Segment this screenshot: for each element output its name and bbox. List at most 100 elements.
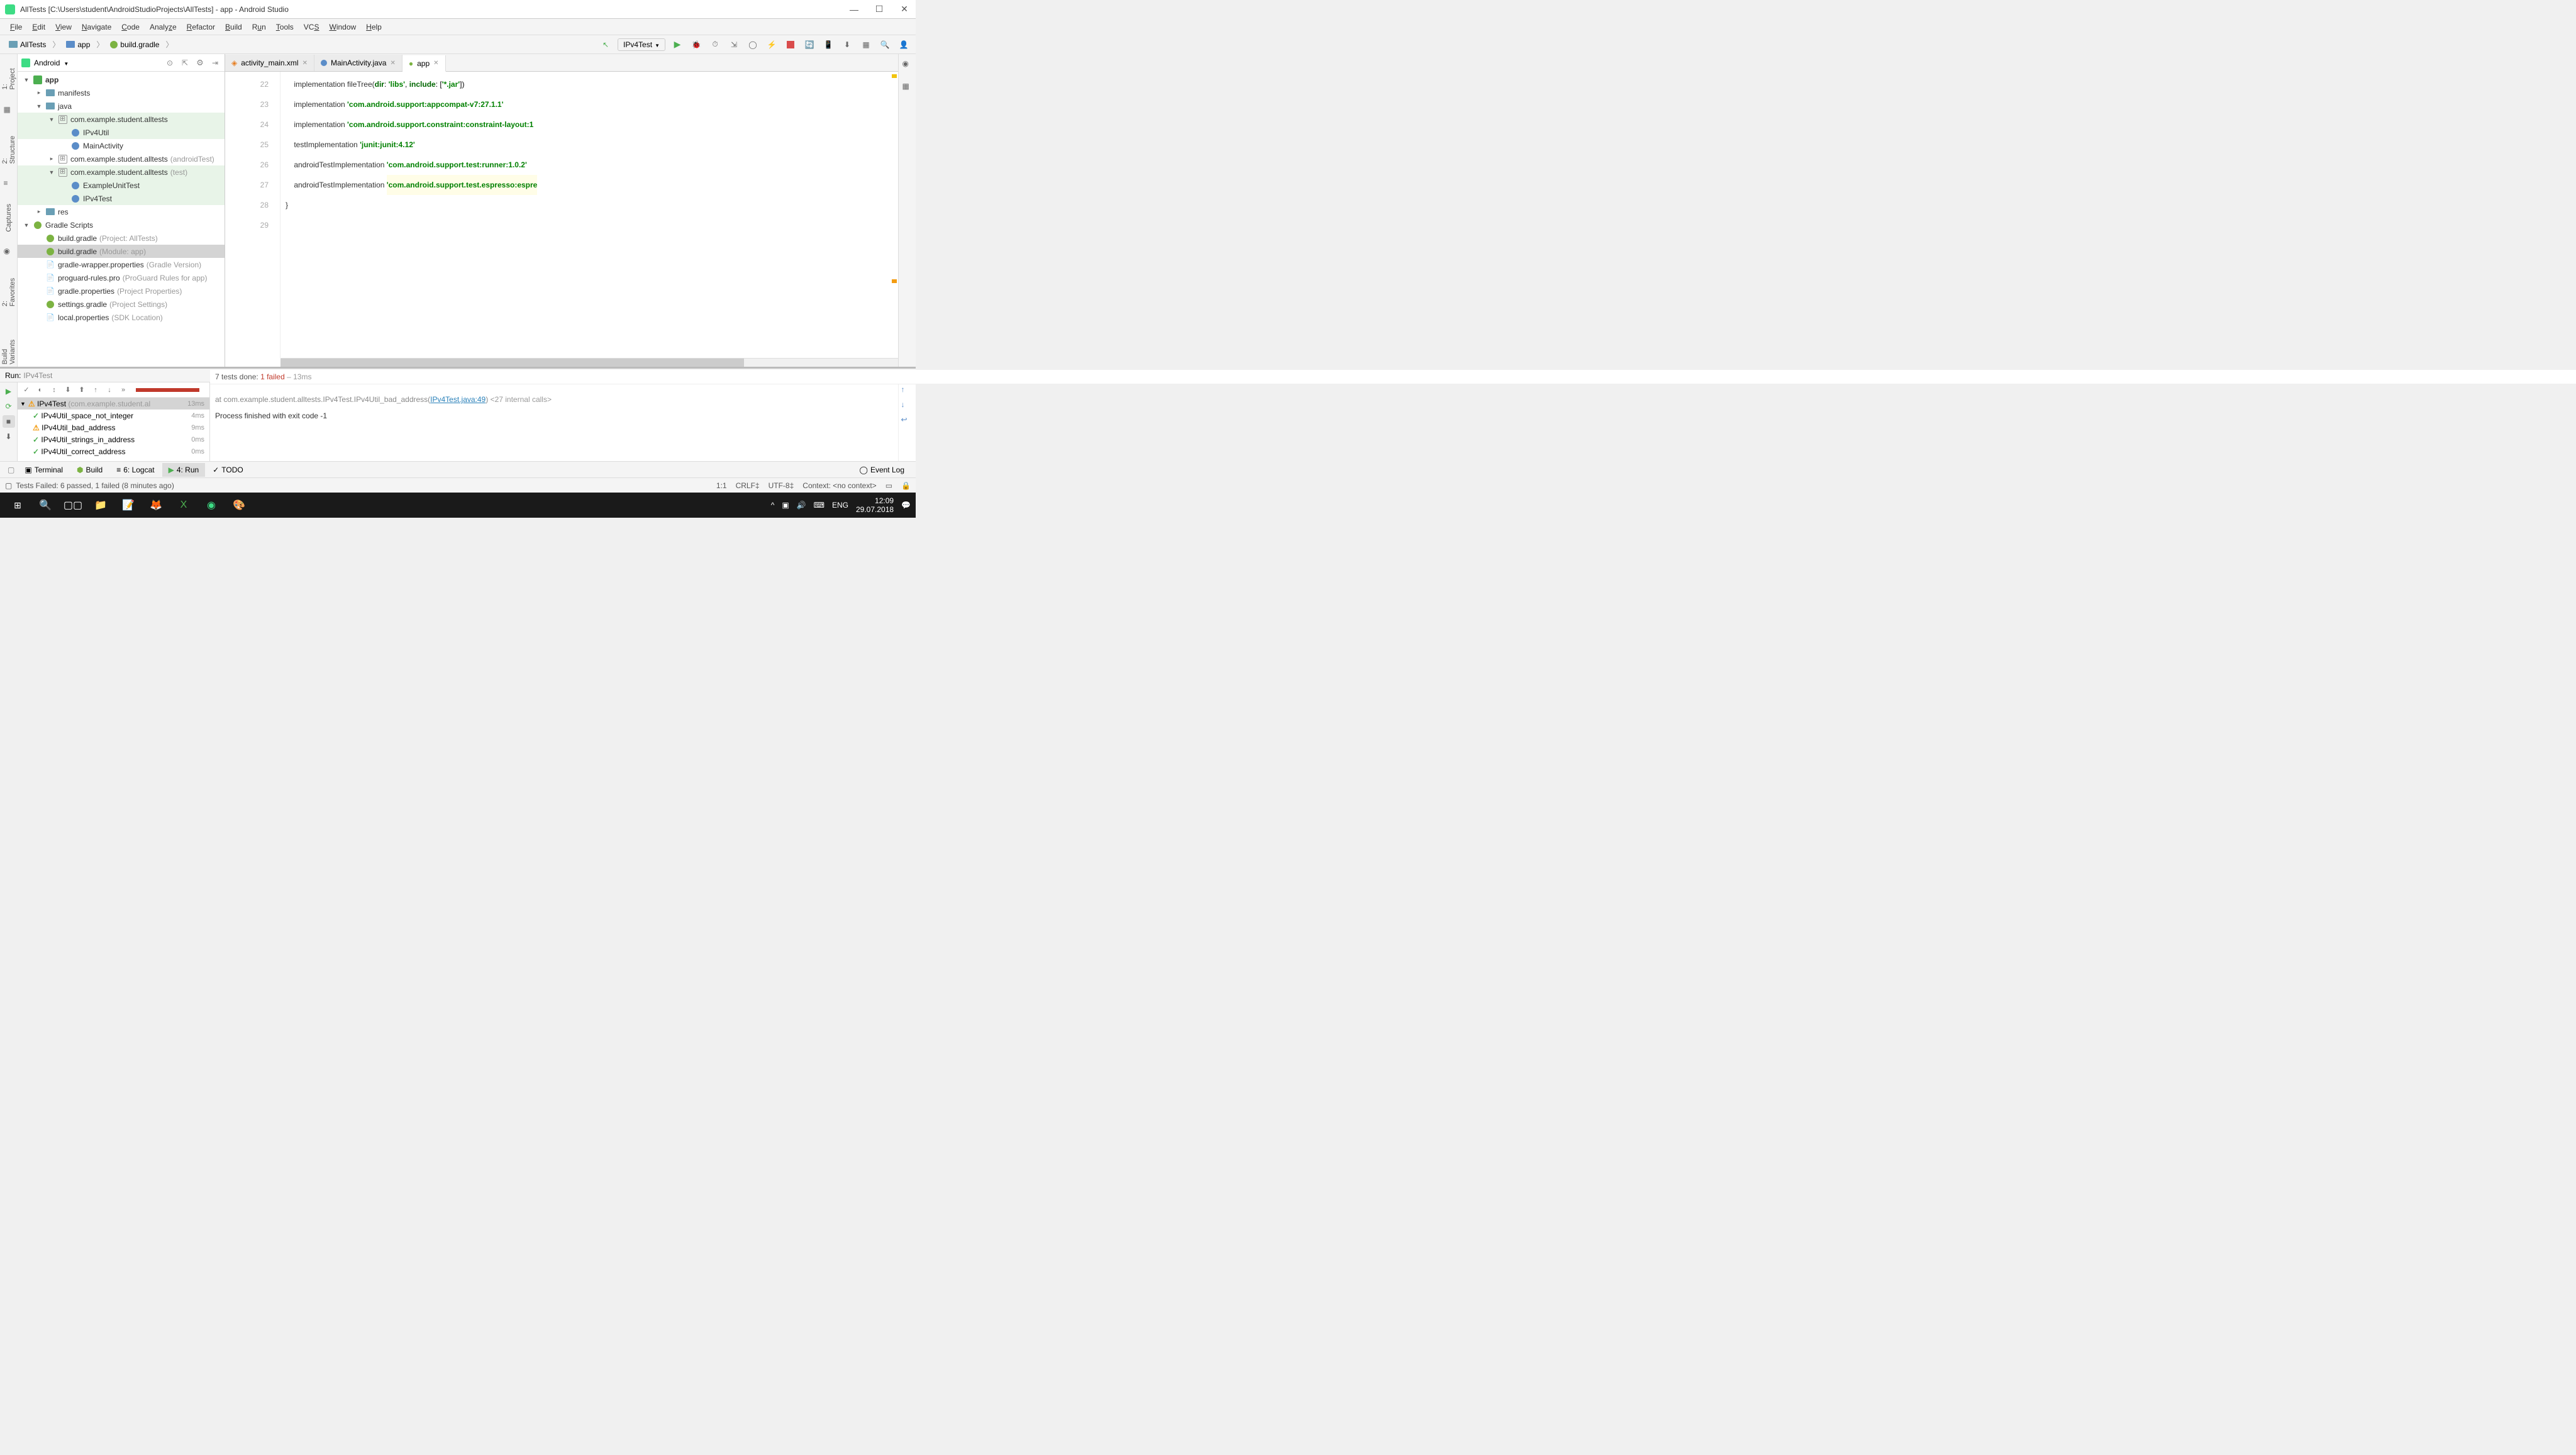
tray-volume-icon[interactable]: 🔊 [797,501,806,510]
task-view-button[interactable]: ▢▢ [60,495,86,515]
run-config-selector[interactable]: IPv4Test [618,38,665,51]
tree-exampleunit[interactable]: ExampleUnitTest [18,179,225,192]
tree-pkg-test[interactable]: ▼com.example.student.alltests(test) [18,165,225,179]
prev-failed-button[interactable]: ↑ [89,384,102,396]
menu-window[interactable]: Window [324,20,361,34]
tree-manifests[interactable]: ▸manifests [18,86,225,99]
stack-link[interactable]: IPv4Test.java:49 [430,395,486,404]
close-tab-icon[interactable]: ✕ [433,60,438,67]
tree-proguard[interactable]: proguard-rules.pro(ProGuard Rules for ap… [18,271,225,284]
notepad-button[interactable]: 📝 [116,495,141,515]
editor-tab-activity-main[interactable]: activity_main.xml✕ [225,55,314,71]
tray-chevron-icon[interactable]: ^ [771,501,775,510]
search-icon[interactable] [878,38,892,52]
back-icon[interactable]: ↖ [599,38,613,52]
profile-button[interactable]: ⏱ [708,38,722,52]
tree-mainactivity[interactable]: MainActivity [18,139,225,152]
tool-window-menu-icon[interactable]: ▢ [5,463,17,477]
device-explorer-strip-icon[interactable]: ▦ [902,82,913,92]
tree-res[interactable]: ▸res [18,205,225,218]
gear-icon[interactable] [194,57,206,69]
tray-language[interactable]: ENG [832,501,848,510]
close-button[interactable]: ✕ [898,3,911,16]
test-item[interactable]: ✓ IPv4Util_strings_in_address0ms [18,433,209,445]
minimize-button[interactable]: — [848,3,860,16]
excel-button[interactable]: X [171,495,196,515]
tree-build-gradle-proj[interactable]: build.gradle(Project: AllTests) [18,231,225,245]
tab-project[interactable]: 1: Project [0,59,18,92]
tab-captures[interactable]: Captures [4,201,14,235]
rerun-failed-button[interactable]: ⟳ [3,400,15,413]
collapse-all-button[interactable]: ⬆ [75,384,88,396]
tray-notifications-icon[interactable]: 💬 [901,501,911,510]
menu-tools[interactable]: Tools [271,20,299,34]
menu-analyze[interactable]: Analyze [145,20,182,34]
search-button[interactable]: 🔍 [33,495,58,515]
tree-build-gradle-mod[interactable]: build.gradle(Module: app) [18,245,225,258]
sort-button[interactable]: ↕ [48,384,60,396]
lock-icon[interactable]: 🔒 [901,481,911,490]
tab-run[interactable]: ▶4: Run [162,463,206,477]
test-tree[interactable]: ▼⚠ IPv4Test (com.example.student.al13ms … [18,398,209,461]
coverage-button[interactable]: ◯ [746,38,760,52]
project-tree[interactable]: ▼app ▸manifests ▼java ▼com.example.stude… [18,72,225,367]
tree-pkg-main[interactable]: ▼com.example.student.alltests [18,113,225,126]
tab-build[interactable]: ⬢Build [70,463,109,477]
hide-panel-icon[interactable]: ⇥ [209,57,221,69]
dump-button[interactable]: ⬇ [3,430,15,443]
memory-indicator[interactable]: ▭ [886,481,892,490]
expand-all-button[interactable]: ⬇ [62,384,74,396]
project-view-mode[interactable]: Android [34,59,60,67]
stop-button[interactable] [784,38,797,52]
tab-favorites[interactable]: 2: Favorites [0,269,18,309]
tree-java[interactable]: ▼java [18,99,225,113]
firefox-button[interactable]: 🦊 [143,495,169,515]
menu-edit[interactable]: Edit [27,20,50,34]
menu-vcs[interactable]: VCS [299,20,325,34]
menu-navigate[interactable]: Navigate [77,20,116,34]
tray-network-icon[interactable]: ▣ [782,501,789,510]
captures-strip-icon[interactable]: ◉ [4,247,14,256]
error-stripe[interactable] [891,72,898,358]
instant-run-button[interactable]: ⚡ [765,38,779,52]
sync-button[interactable]: 🔄 [802,38,816,52]
close-tab-icon[interactable]: ✕ [303,60,308,67]
android-studio-button[interactable]: ◉ [199,495,224,515]
chevron-down-icon[interactable] [64,59,69,67]
tree-gradle-scripts[interactable]: ▼Gradle Scripts [18,218,225,231]
console-output[interactable]: 7 tests done: 1 failed – 13ms at com.exa… [210,382,898,461]
attach-button[interactable]: ⇲ [727,38,741,52]
file-explorer-button[interactable]: 📁 [88,495,113,515]
menu-run[interactable]: Run [247,20,271,34]
scroll-up-button[interactable]: ↑ [901,385,914,398]
menu-refactor[interactable]: Refactor [182,20,220,34]
start-button[interactable]: ⊞ [5,495,30,515]
collapse-all-icon[interactable]: ⇱ [179,57,191,69]
debug-button[interactable]: 🐞 [689,38,703,52]
menu-code[interactable]: Code [116,20,145,34]
gradle-strip-icon[interactable]: ◉ [902,59,913,69]
next-failed-button[interactable]: ↓ [103,384,116,396]
horizontal-scrollbar[interactable] [280,358,898,367]
close-tab-icon[interactable]: ✕ [390,60,395,67]
export-button[interactable]: » [117,384,130,396]
context-info[interactable]: Context: <no context> [802,481,876,490]
structure-strip-icon[interactable]: ≡ [4,179,14,188]
project-strip-icon[interactable]: ▦ [4,105,14,114]
tab-event-log[interactable]: ◯Event Log [853,463,911,477]
warning-marker[interactable] [892,279,897,283]
tab-logcat[interactable]: ≡6: Logcat [110,463,160,477]
test-root[interactable]: ▼⚠ IPv4Test (com.example.student.al13ms [18,398,209,410]
scrollbar-thumb[interactable] [280,359,744,367]
scroll-from-source-icon[interactable]: ⊙ [164,57,175,69]
tree-pkg-androidtest[interactable]: ▸com.example.student.alltests(androidTes… [18,152,225,165]
sdk-button[interactable]: ⬇ [840,38,854,52]
rerun-button[interactable]: ▶ [3,385,15,398]
line-separator[interactable]: CRLF‡ [736,481,760,490]
menu-build[interactable]: Build [220,20,247,34]
test-item[interactable]: ⚠ IPv4Util_bad_address9ms [18,421,209,433]
test-item[interactable]: ✓ IPv4Util_space_not_integer4ms [18,410,209,421]
tree-local-props[interactable]: local.properties(SDK Location) [18,311,225,324]
test-item[interactable]: ✓ IPv4Util_correct_address0ms [18,445,209,457]
menu-view[interactable]: View [50,20,77,34]
